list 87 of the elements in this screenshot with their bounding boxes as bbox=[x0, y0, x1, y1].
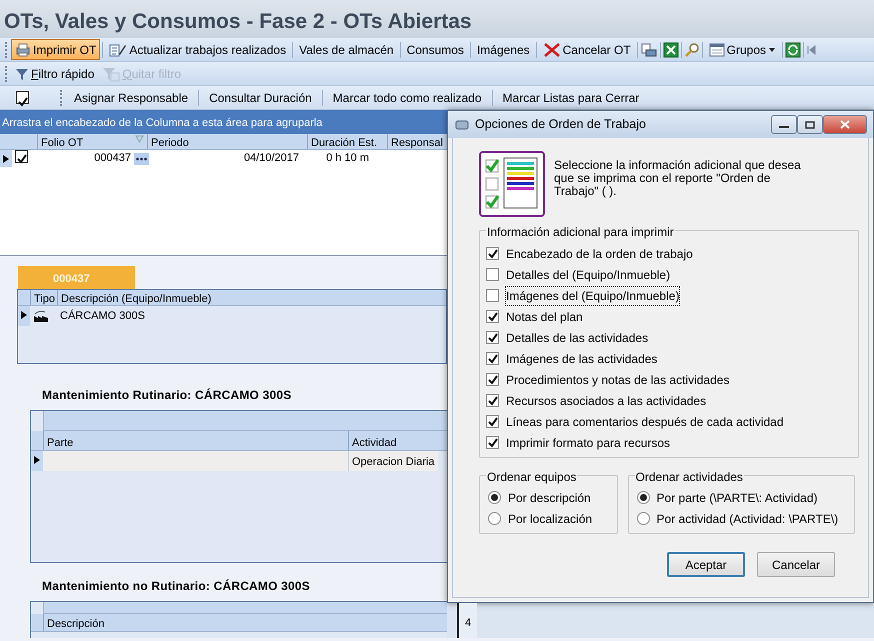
toolbar-button[interactable]: Consumos bbox=[402, 39, 468, 60]
checkbox[interactable] bbox=[16, 91, 29, 104]
report-options-icon bbox=[479, 151, 545, 217]
table-cell: 4 bbox=[459, 603, 477, 638]
more-icon bbox=[136, 156, 147, 160]
column-header[interactable]: Periodo bbox=[147, 134, 307, 149]
checkbox[interactable]: Procedimientos y notas de las actividades bbox=[486, 369, 852, 390]
column-header[interactable]: Actividad bbox=[348, 431, 400, 450]
column-header[interactable]: Duración Est. bbox=[307, 134, 387, 149]
check-icon bbox=[487, 416, 498, 427]
toolbar-button[interactable]: Asignar Responsable bbox=[66, 87, 196, 108]
radio-button[interactable]: Por actividad (Actividad: \PARTE\) bbox=[636, 508, 847, 529]
table-cell-text: 04/10/2017 bbox=[242, 151, 300, 166]
filter-icon bbox=[15, 66, 29, 80]
cancel-icon bbox=[542, 42, 561, 58]
section-heading: Mantenimiento no Rutinario: CÁRCAMO 300S bbox=[42, 578, 312, 595]
close-icon bbox=[840, 120, 850, 129]
minimize-button[interactable] bbox=[771, 115, 797, 134]
radio-dot-icon bbox=[640, 494, 647, 501]
toolbar-button[interactable]: Grupos bbox=[704, 39, 780, 60]
checkbox[interactable]: Imágenes del (Equipo/Inmueble) bbox=[486, 285, 852, 306]
toolbar-button[interactable]: Filtro rápido bbox=[11, 63, 98, 84]
app-icon bbox=[455, 118, 469, 132]
toolbar-button[interactable]: Marcar todo como realizado bbox=[324, 87, 490, 108]
check-icon bbox=[487, 311, 498, 322]
section-heading: Mantenimiento Rutinario: CÁRCAMO 300S bbox=[42, 387, 292, 404]
factory-icon bbox=[33, 308, 49, 323]
radio-circle[interactable] bbox=[636, 512, 650, 525]
toolbar-button[interactable]: Imágenes bbox=[472, 39, 534, 60]
check-icon bbox=[487, 353, 498, 364]
spreadsheet-icon[interactable] bbox=[662, 42, 679, 58]
checkbox[interactable]: Encabezado de la orden de trabajo bbox=[486, 243, 852, 264]
filter-icon bbox=[135, 135, 144, 144]
close-button[interactable] bbox=[823, 115, 867, 134]
filter-icon bbox=[102, 66, 120, 82]
dialog-intro: Seleccione la información adicional que desea que se imprima con el reporte "Orden de Trabajo" ( ). bbox=[554, 157, 802, 200]
dialog-button[interactable]: Aceptar bbox=[667, 552, 745, 577]
column-header[interactable]: Descripción bbox=[43, 614, 108, 631]
table-cell-text: 0 h 10 m bbox=[325, 151, 370, 166]
checkbox[interactable]: Recursos asociados a las actividades bbox=[486, 390, 852, 411]
search-icon[interactable] bbox=[684, 42, 700, 58]
check-icon bbox=[487, 332, 498, 343]
toolbar-button[interactable]: Cancelar OT bbox=[538, 39, 635, 60]
window-title: OTs, Vales y Consumos - Fase 2 - OTs Abiertas bbox=[0, 0, 874, 38]
radio-button[interactable]: Por descripción bbox=[488, 487, 610, 508]
column-header[interactable]: Parte bbox=[43, 431, 348, 450]
column-header[interactable]: Folio OT bbox=[37, 134, 147, 149]
table-cell-text: CÁRCAMO 300S bbox=[59, 308, 146, 324]
radio-button[interactable]: Por localización bbox=[488, 508, 610, 529]
column-header[interactable]: Descripción (Equipo/Inmueble) bbox=[57, 290, 214, 305]
radio-circle[interactable] bbox=[636, 491, 650, 504]
window-icon bbox=[708, 42, 725, 58]
column-header[interactable]: Tipo bbox=[30, 290, 57, 305]
refresh-icon[interactable] bbox=[785, 42, 802, 58]
check-icon bbox=[17, 96, 28, 108]
radio-button[interactable]: Por parte (\PARTE\: Actividad) bbox=[636, 487, 847, 508]
checkbox[interactable] bbox=[15, 150, 28, 163]
toolbar-button[interactable]: Actualizar trabajos realizados bbox=[105, 39, 290, 60]
dialog-button[interactable]: Cancelar bbox=[757, 552, 835, 577]
checkbox[interactable]: Imprimir formato para recursos bbox=[486, 432, 852, 453]
radio-circle[interactable] bbox=[488, 512, 501, 525]
check-icon bbox=[487, 248, 498, 259]
maximize-button[interactable] bbox=[797, 115, 823, 134]
toolbar-button[interactable]: Marcar Listas para Cerrar bbox=[494, 87, 648, 108]
check-icon bbox=[487, 437, 498, 448]
toolbar-button[interactable]: Vales de almacén bbox=[295, 39, 398, 60]
radio-dot-icon bbox=[491, 494, 498, 501]
radio-circle[interactable] bbox=[488, 491, 501, 504]
table-cell-text: 000437 bbox=[94, 151, 131, 166]
checkbox[interactable]: Notas del plan bbox=[486, 306, 852, 327]
toolbar-button[interactable]: Consultar Duración bbox=[201, 87, 320, 108]
checkbox[interactable]: Líneas para comentarios después de cada actividad bbox=[486, 411, 852, 432]
maximize-icon bbox=[805, 120, 815, 128]
divider-line bbox=[457, 603, 459, 638]
checkbox[interactable]: Detalles de las actividades bbox=[486, 327, 852, 348]
table-cell: Operacion Diaria bbox=[348, 451, 438, 471]
check-icon bbox=[487, 395, 498, 406]
checkbox[interactable]: Detalles del (Equipo/Inmueble) bbox=[486, 264, 852, 285]
checkbox[interactable]: Imágenes de las actividades bbox=[486, 348, 852, 369]
caret-icon bbox=[768, 46, 776, 52]
ellipsis-button[interactable] bbox=[134, 152, 149, 164]
check-icon bbox=[16, 153, 27, 164]
dialog-title: Opciones de Orden de Trabajo bbox=[475, 116, 647, 134]
toolbar-button[interactable]: Imprimir OT bbox=[11, 39, 100, 60]
edit-icon bbox=[109, 42, 128, 58]
check-icon bbox=[487, 374, 498, 385]
group-panel-hint: Arrastra el encabezado de la Columna a esta área para agruparla bbox=[0, 110, 447, 134]
